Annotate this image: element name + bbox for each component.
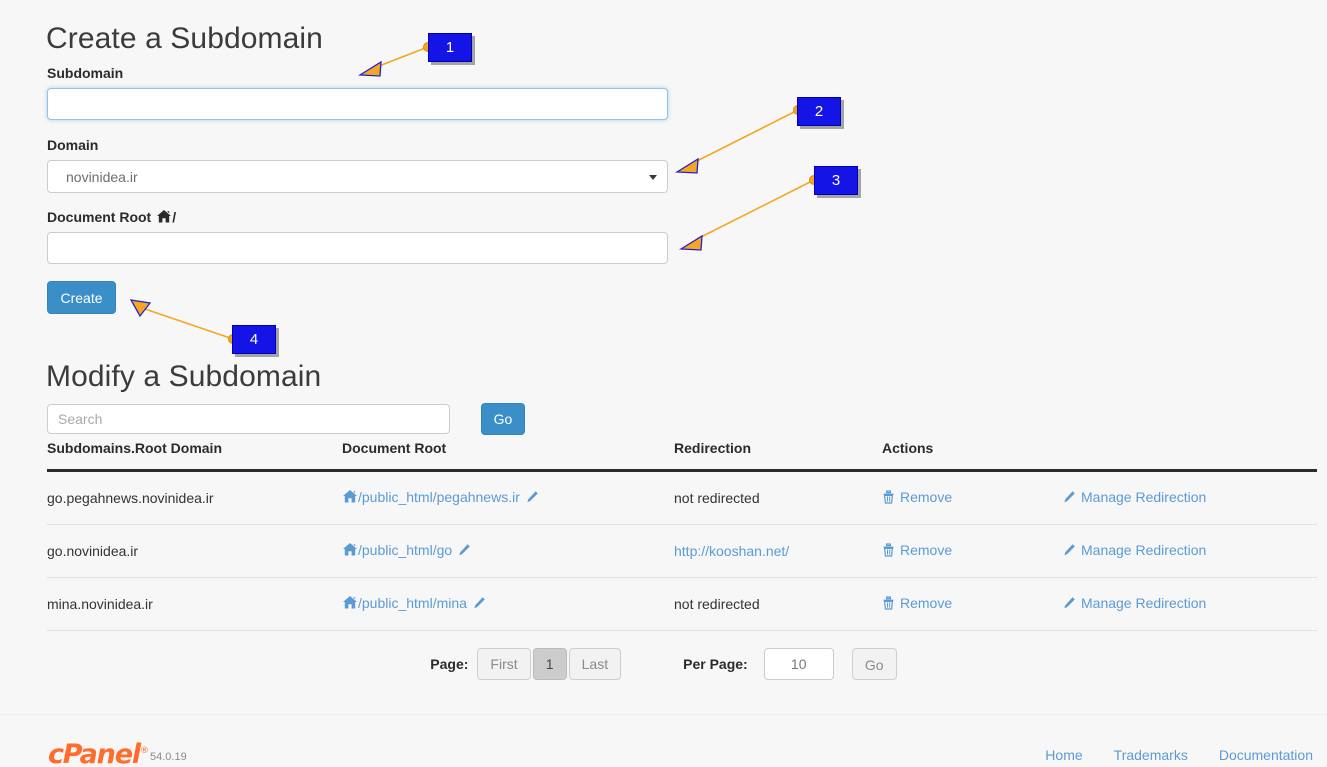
footer-links: Home Trademarks Documentation xyxy=(1045,747,1313,763)
manage-redirection-link[interactable]: Manage Redirection xyxy=(1081,595,1206,611)
cell-domain: mina.novinidea.ir xyxy=(47,577,342,631)
cell-domain: go.novinidea.ir xyxy=(47,524,342,578)
cell-document-root: /public_html/mina xyxy=(342,577,674,631)
annotation-leader-1 xyxy=(373,46,429,69)
annotation-badge-2: 2 xyxy=(797,97,841,126)
cell-redirection: not redirected xyxy=(674,470,882,525)
document-root-label-text: Document Root xyxy=(47,209,152,225)
per-page-go-button[interactable]: Go xyxy=(851,648,897,680)
annotation-arrow-2 xyxy=(674,157,699,174)
home-icon xyxy=(342,595,358,613)
footer: cPanel® 54.0.19 Home Trademarks Document… xyxy=(0,714,1327,767)
pencil-icon[interactable] xyxy=(457,543,471,560)
search-go-button[interactable]: Go xyxy=(481,403,525,435)
home-icon xyxy=(342,489,358,507)
annotation-leader-3 xyxy=(696,179,815,240)
page-number-button[interactable]: 1 xyxy=(532,648,567,680)
pencil-icon[interactable] xyxy=(1062,490,1076,507)
document-root-input[interactable] xyxy=(47,232,668,264)
home-icon xyxy=(156,209,172,227)
cell-remove: Remove xyxy=(882,577,1062,631)
column-header-document-root: Document Root xyxy=(342,440,674,472)
registered-mark: ® xyxy=(139,746,149,756)
cell-remove: Remove xyxy=(882,524,1062,578)
home-icon xyxy=(342,542,358,560)
column-header-blank xyxy=(1062,440,1317,472)
page-first-button[interactable]: First xyxy=(477,648,531,680)
document-root-label: Document Root / xyxy=(47,209,176,227)
pencil-icon[interactable] xyxy=(1062,543,1076,560)
remove-link[interactable]: Remove xyxy=(900,542,952,558)
annotation-arrow-4 xyxy=(129,299,152,318)
document-root-link[interactable]: /public_html/go xyxy=(358,542,452,558)
footer-link-home[interactable]: Home xyxy=(1045,747,1082,763)
annotation-leader-4 xyxy=(144,308,234,340)
domain-label: Domain xyxy=(47,137,99,153)
cell-remove: Remove xyxy=(882,470,1062,525)
cell-document-root: /public_html/pegahnews.ir xyxy=(342,470,674,525)
pencil-icon[interactable] xyxy=(525,490,539,507)
annotation-badge-4: 4 xyxy=(232,325,276,354)
column-header-subdomain: Subdomains.Root Domain xyxy=(47,440,342,472)
pencil-icon[interactable] xyxy=(1062,596,1076,613)
subdomains-table: Subdomains.Root Domain Document Root Red… xyxy=(47,440,1317,631)
table-body: go.pegahnews.novinidea.ir /public_html/p… xyxy=(47,470,1317,631)
trash-icon[interactable] xyxy=(882,596,895,613)
annotation-badge-1: 1 xyxy=(428,33,472,62)
page-last-button[interactable]: Last xyxy=(568,648,622,680)
cell-manage-redirection: Manage Redirection xyxy=(1062,524,1317,578)
manage-redirection-link[interactable]: Manage Redirection xyxy=(1081,489,1206,505)
cpanel-version: 54.0.19 xyxy=(150,751,187,763)
page-label: Page: xyxy=(430,656,469,672)
page-root: Create a Subdomain Subdomain Domain novi… xyxy=(0,0,1327,767)
document-root-link[interactable]: /public_html/mina xyxy=(358,595,467,611)
column-header-actions: Actions xyxy=(882,440,1062,472)
trash-icon[interactable] xyxy=(882,543,895,560)
create-button[interactable]: Create xyxy=(47,281,116,314)
chevron-down-icon xyxy=(649,174,657,180)
annotation-leader-2 xyxy=(692,109,799,164)
cell-redirection: http://kooshan.net/ xyxy=(674,524,882,578)
pencil-icon[interactable] xyxy=(472,596,486,613)
cell-manage-redirection: Manage Redirection xyxy=(1062,470,1317,525)
per-page-input[interactable] xyxy=(763,648,834,680)
redirection-link[interactable]: http://kooshan.net/ xyxy=(674,543,789,559)
cpanel-brand-text: cPanel xyxy=(48,739,141,767)
remove-link[interactable]: Remove xyxy=(900,595,952,611)
table-head: Subdomains.Root Domain Document Root Red… xyxy=(47,440,1317,472)
domain-select-value: novinidea.ir xyxy=(66,168,138,185)
cell-redirection: not redirected xyxy=(674,577,882,631)
annotation-badge-3: 3 xyxy=(814,166,858,195)
domain-select[interactable]: novinidea.ir xyxy=(47,160,668,193)
table-row: go.novinidea.ir /public_html/go http://k… xyxy=(47,524,1317,578)
subdomain-input[interactable] xyxy=(47,88,668,120)
pagination: Page: First 1 Last Per Page: Go xyxy=(0,648,1327,680)
manage-redirection-link[interactable]: Manage Redirection xyxy=(1081,542,1206,558)
footer-link-trademarks[interactable]: Trademarks xyxy=(1114,747,1188,763)
footer-link-documentation[interactable]: Documentation xyxy=(1219,747,1313,763)
cell-document-root: /public_html/go xyxy=(342,524,674,578)
trash-icon[interactable] xyxy=(882,490,895,507)
table-header-row: Subdomains.Root Domain Document Root Red… xyxy=(47,440,1317,472)
per-page-label: Per Page: xyxy=(683,656,748,672)
annotation-arrow-3 xyxy=(678,234,703,251)
cell-domain: go.pegahnews.novinidea.ir xyxy=(47,470,342,525)
document-root-link[interactable]: /public_html/pegahnews.ir xyxy=(358,489,520,505)
document-root-slash: / xyxy=(172,209,177,225)
remove-link[interactable]: Remove xyxy=(900,489,952,505)
modify-subdomain-title: Modify a Subdomain xyxy=(46,360,322,393)
subdomain-label: Subdomain xyxy=(47,65,124,81)
annotation-arrow-1 xyxy=(357,60,382,77)
cpanel-logo: cPanel® xyxy=(48,739,149,767)
cell-manage-redirection: Manage Redirection xyxy=(1062,577,1317,631)
column-header-redirection: Redirection xyxy=(674,440,882,472)
table-row: mina.novinidea.ir /public_html/mina not … xyxy=(47,577,1317,631)
search-input[interactable] xyxy=(47,404,450,434)
table-row: go.pegahnews.novinidea.ir /public_html/p… xyxy=(47,470,1317,525)
create-subdomain-title: Create a Subdomain xyxy=(46,22,323,55)
